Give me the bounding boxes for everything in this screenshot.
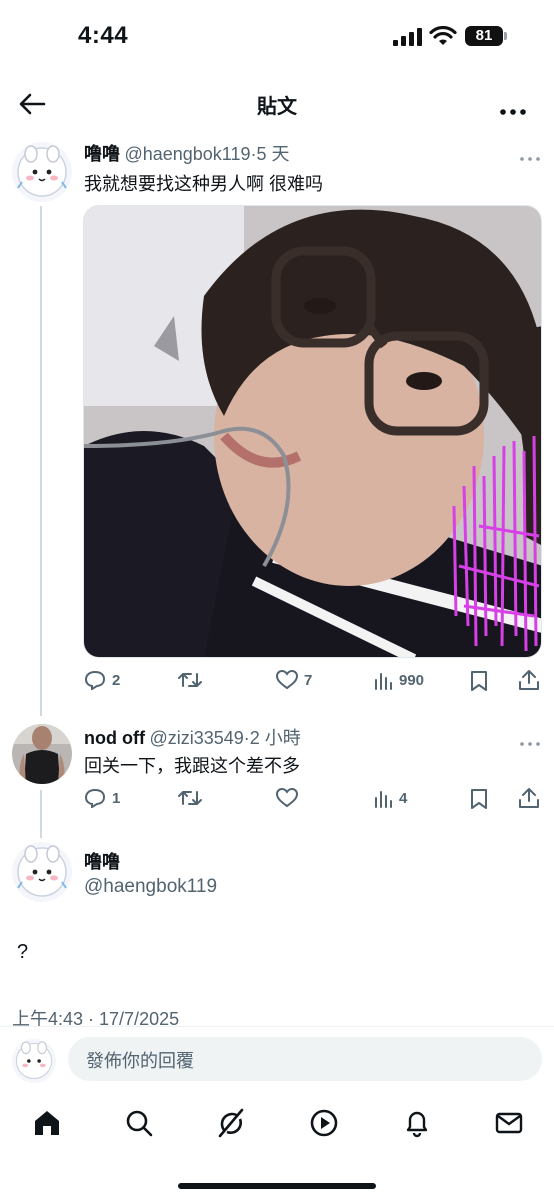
author-name[interactable]: 噜噜 [84,144,120,164]
share-icon[interactable] [518,668,540,697]
main-post-text: ? [17,941,29,963]
avatar[interactable] [12,724,72,784]
avatar[interactable] [12,142,72,202]
retweet-button[interactable] [177,670,203,690]
reply-text: 回关一下，我跟这个差不多 [84,756,300,776]
share-icon[interactable] [518,786,540,815]
view-count: 990 [399,671,425,689]
reply-input[interactable]: 發佈你的回覆 [68,1037,542,1081]
views-icon [375,791,392,808]
post-timestamp: 上午4:43 · 17/7/2025 [12,1009,180,1029]
author-handle[interactable]: @haengbok119 [84,876,217,898]
reply-icon [84,788,106,808]
notifications-icon[interactable] [402,1108,432,1143]
post-text: 我就想要找这种男人啊 很难吗 [84,174,323,194]
battery-indicator: 81 [465,26,503,46]
post-image[interactable] [83,205,542,658]
view-count: 4 [399,789,408,807]
avatar[interactable] [12,842,72,902]
heart-icon [276,670,298,690]
avatar[interactable] [12,1039,56,1083]
retweet-icon [178,791,202,805]
author-name[interactable]: 噜噜 [84,848,120,874]
home-indicator [178,1183,376,1189]
like-button[interactable] [276,788,298,808]
wifi-icon [429,25,457,51]
like-count: 7 [304,671,313,689]
thread-line [40,206,42,716]
more-options-icon[interactable] [500,102,526,120]
video-icon[interactable] [309,1108,339,1143]
post-time: 2 小時 [249,728,301,748]
retweet-icon [178,673,202,687]
reply-button[interactable]: 1 [84,788,120,808]
post-header: 噜噜 @haengbok119·5 天 [84,140,290,166]
bookmark-icon[interactable] [470,788,488,815]
status-time: 4:44 [78,22,129,49]
reply-header: nod off @zizi33549·2 小時 [84,724,301,750]
reply-button[interactable]: 2 [84,670,120,690]
page-title: 貼文 [257,96,297,118]
post-more-icon[interactable] [520,733,540,751]
reply-count: 2 [112,671,121,689]
signal-icon [393,28,423,51]
thread-line [40,790,42,838]
post-time: 5 天 [256,144,290,164]
views-icon [375,673,392,690]
post-more-icon[interactable] [520,148,540,166]
author-name[interactable]: nod off [84,728,145,748]
divider [0,1026,554,1027]
heart-icon [276,788,298,808]
bookmark-icon[interactable] [470,670,488,697]
reply-icon [84,670,106,690]
search-icon[interactable] [124,1108,154,1143]
views-button[interactable]: 4 [373,788,407,808]
like-button[interactable]: 7 [276,670,312,690]
battery-tip [504,32,507,40]
home-icon[interactable] [32,1108,62,1143]
views-button[interactable]: 990 [373,670,424,690]
author-handle[interactable]: @zizi33549 [149,728,243,748]
messages-icon[interactable] [494,1108,524,1143]
reply-count: 1 [112,789,121,807]
retweet-button[interactable] [177,788,203,808]
grok-icon[interactable] [216,1108,246,1143]
author-handle[interactable]: @haengbok119 [124,144,250,164]
